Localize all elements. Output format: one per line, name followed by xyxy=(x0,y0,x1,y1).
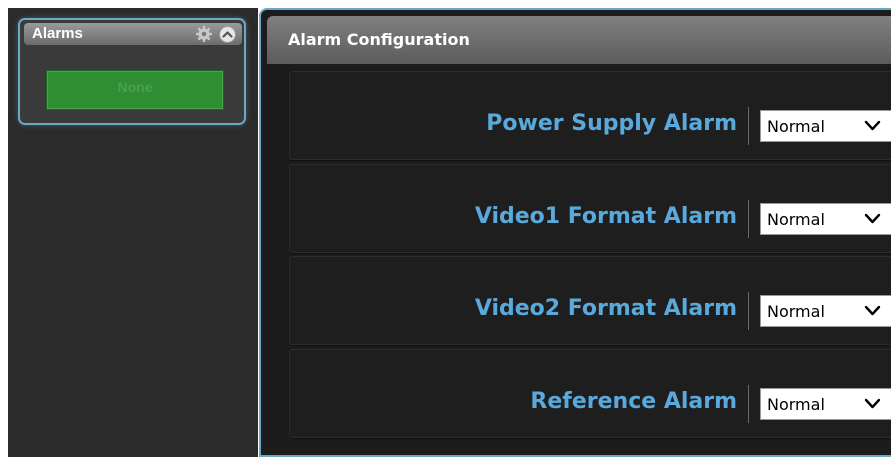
row-divider xyxy=(748,292,749,330)
alarm-label: Video2 Format Alarm xyxy=(474,296,737,321)
gear-icon[interactable] xyxy=(195,25,213,43)
alarm-label: Reference Alarm xyxy=(530,389,737,414)
alarm-row-power-supply: Power Supply Alarm Normal xyxy=(289,71,891,160)
alarms-widget-header: Alarms xyxy=(24,23,242,45)
select-value: Normal xyxy=(767,302,825,321)
app-window: Alarms None Alarm Configuration Power Su… xyxy=(0,0,891,457)
video2-format-alarm-select[interactable]: Normal xyxy=(760,295,891,327)
select-value: Normal xyxy=(767,117,825,136)
alarm-status-indicator: None xyxy=(46,70,224,110)
select-value: Normal xyxy=(767,210,825,229)
chevron-up-circle-icon[interactable] xyxy=(219,26,236,43)
alarm-row-video1-format: Video1 Format Alarm Normal xyxy=(289,164,891,253)
alarm-label: Video1 Format Alarm xyxy=(474,204,737,229)
row-divider xyxy=(748,200,749,238)
select-value: Normal xyxy=(767,395,825,414)
row-divider xyxy=(748,107,749,145)
power-supply-alarm-select[interactable]: Normal xyxy=(760,110,891,142)
sidebar: Alarms None xyxy=(8,8,258,457)
alarm-row-reference: Reference Alarm Normal xyxy=(289,349,891,438)
panel-title: Alarm Configuration xyxy=(288,30,470,49)
alarms-widget-title: Alarms xyxy=(32,25,83,42)
chevron-down-icon xyxy=(864,213,881,224)
alarms-widget: Alarms None xyxy=(18,18,246,125)
alarm-row-video2-format: Video2 Format Alarm Normal xyxy=(289,256,891,345)
chevron-down-icon xyxy=(864,305,881,316)
chevron-down-icon xyxy=(864,398,881,409)
reference-alarm-select[interactable]: Normal xyxy=(760,388,891,420)
video1-format-alarm-select[interactable]: Normal xyxy=(760,203,891,235)
row-divider xyxy=(748,385,749,423)
panel-header: Alarm Configuration xyxy=(267,16,891,64)
chevron-down-icon xyxy=(864,120,881,131)
alarm-label: Power Supply Alarm xyxy=(486,111,737,136)
